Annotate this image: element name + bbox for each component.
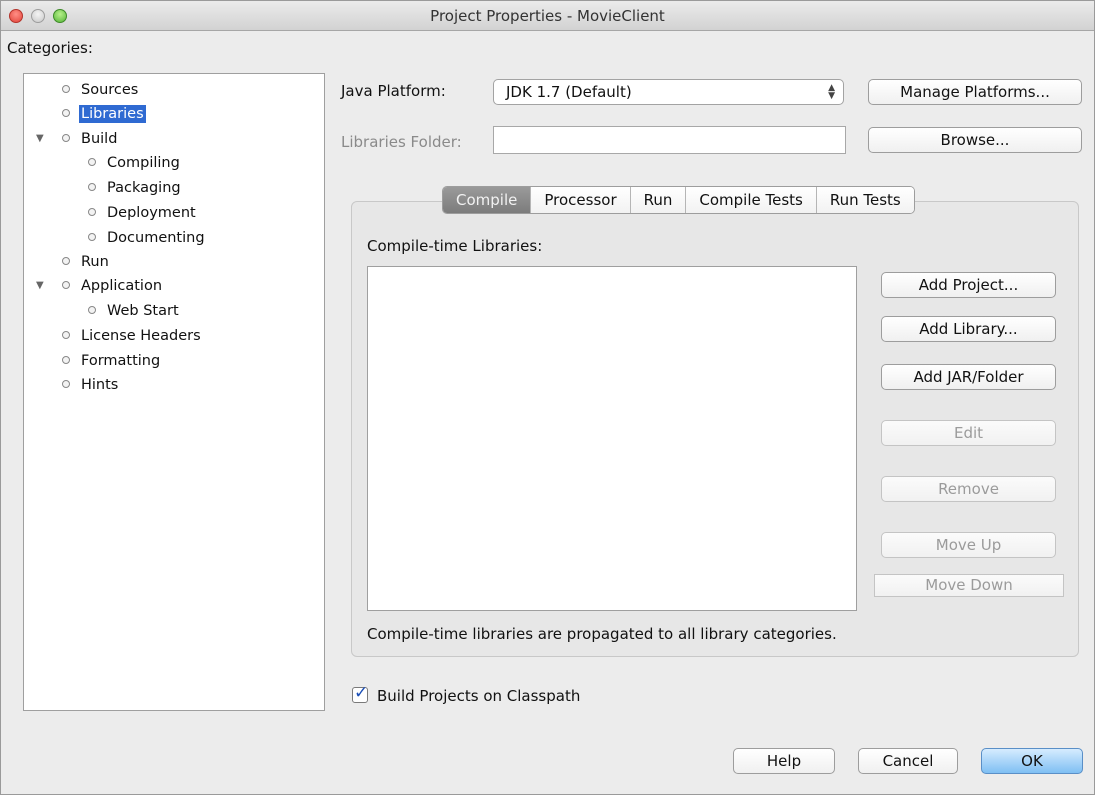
remove-button[interactable]: Remove [881, 476, 1056, 502]
libraries-tabs: Compile Processor Run Compile Tests Run … [442, 186, 915, 214]
move-down-button[interactable]: Move Down [874, 574, 1064, 597]
move-up-button[interactable]: Move Up [881, 532, 1056, 558]
cancel-button[interactable]: Cancel [858, 748, 958, 774]
tree-node-icon [88, 233, 96, 241]
manage-platforms-button[interactable]: Manage Platforms... [868, 79, 1082, 105]
tree-item-hints[interactable]: Hints [62, 373, 120, 397]
tree-node-icon [88, 306, 96, 314]
title-bar: Project Properties - MovieClient [1, 1, 1094, 31]
tree-node-icon [62, 331, 70, 339]
categories-tree[interactable]: Sources Libraries ▼ Build Compiling Pack… [23, 73, 325, 711]
tree-item-sources[interactable]: Sources [62, 78, 140, 102]
propagation-note: Compile-time libraries are propagated to… [367, 625, 837, 643]
tree-node-icon [88, 208, 96, 216]
tree-node-icon [62, 85, 70, 93]
edit-button[interactable]: Edit [881, 420, 1056, 446]
tab-compile-tests[interactable]: Compile Tests [685, 187, 816, 213]
checkmark-icon: ✓ [354, 683, 369, 703]
tree-item-documenting[interactable]: Documenting [88, 226, 207, 250]
tree-item-web-start[interactable]: Web Start [88, 299, 181, 323]
tree-node-icon [62, 281, 70, 289]
tree-node-icon [88, 158, 96, 166]
tree-node-icon [62, 356, 70, 364]
compile-time-libraries-list[interactable] [367, 266, 857, 611]
browse-button[interactable]: Browse... [868, 127, 1082, 153]
tree-item-license-headers[interactable]: License Headers [62, 324, 203, 348]
libraries-folder-field[interactable] [493, 126, 846, 154]
build-projects-label: Build Projects on Classpath [377, 687, 581, 705]
build-projects-checkbox[interactable]: ✓ [352, 683, 368, 703]
java-platform-value: JDK 1.7 (Default) [506, 83, 632, 101]
tree-node-icon [88, 183, 96, 191]
compile-time-libraries-label: Compile-time Libraries: [367, 237, 543, 255]
tab-processor[interactable]: Processor [530, 187, 630, 213]
select-arrows-icon: ▲ ▼ [828, 83, 835, 101]
tree-node-icon [62, 257, 70, 265]
add-project-button[interactable]: Add Project... [881, 272, 1056, 298]
ok-button[interactable]: OK [981, 748, 1083, 774]
tab-run[interactable]: Run [629, 187, 686, 213]
categories-label: Categories: [7, 39, 93, 57]
tree-item-application[interactable]: ▼ Application [36, 274, 164, 298]
tree-node-icon [62, 109, 70, 117]
tree-node-icon [62, 380, 70, 388]
libraries-folder-label: Libraries Folder: [341, 133, 462, 151]
tree-item-build[interactable]: ▼ Build [36, 127, 119, 151]
tree-node-icon [62, 134, 70, 142]
window-title: Project Properties - MovieClient [430, 7, 665, 25]
tree-item-packaging[interactable]: Packaging [88, 176, 183, 200]
project-properties-dialog: Project Properties - MovieClient Categor… [0, 0, 1095, 795]
tab-compile[interactable]: Compile [443, 187, 531, 213]
tab-run-tests[interactable]: Run Tests [815, 187, 914, 213]
tree-item-deployment[interactable]: Deployment [88, 201, 198, 225]
tree-item-formatting[interactable]: Formatting [62, 349, 162, 373]
add-library-button[interactable]: Add Library... [881, 316, 1056, 342]
tree-item-run[interactable]: Run [62, 250, 111, 274]
help-button[interactable]: Help [733, 748, 835, 774]
java-platform-label: Java Platform: [341, 82, 446, 100]
expand-triangle-icon[interactable]: ▼ [36, 274, 44, 298]
tree-item-libraries[interactable]: Libraries [62, 102, 146, 126]
add-jar-folder-button[interactable]: Add JAR/Folder [881, 364, 1056, 390]
tree-item-compiling[interactable]: Compiling [88, 151, 182, 175]
expand-triangle-icon[interactable]: ▼ [36, 127, 44, 151]
java-platform-select[interactable]: JDK 1.7 (Default) ▲ ▼ [493, 79, 844, 105]
